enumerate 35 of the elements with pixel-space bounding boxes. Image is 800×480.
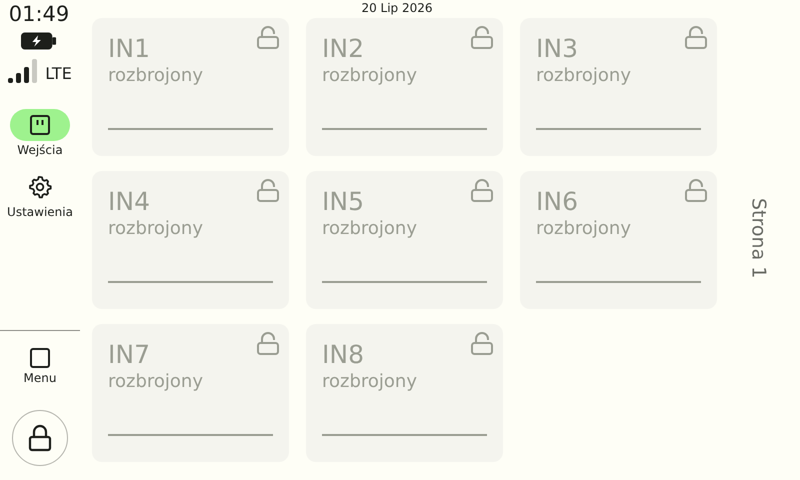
input-name: IN6 (536, 187, 578, 216)
input-name: IN2 (322, 34, 364, 63)
input-card[interactable]: IN1 rozbrojony (92, 18, 289, 156)
date-label: 20 Lip 2026 (361, 1, 433, 17)
lock-icon (28, 424, 52, 452)
input-status: rozbrojony (322, 371, 418, 392)
menu-button[interactable]: Menu (24, 347, 56, 385)
settings-icon (28, 175, 52, 199)
input-name: IN8 (322, 340, 364, 369)
input-status: rozbrojony (108, 371, 204, 392)
input-card[interactable]: IN2 rozbrojony (306, 18, 503, 156)
input-status: rozbrojony (322, 218, 418, 239)
input-card[interactable]: IN7 rozbrojony (92, 324, 289, 462)
square-icon (28, 347, 51, 369)
input-name: IN3 (536, 34, 578, 63)
input-name: IN5 (322, 187, 364, 216)
input-status: rozbrojony (322, 65, 418, 86)
panel-icon (29, 114, 51, 136)
input-card[interactable]: IN5 rozbrojony (306, 171, 503, 309)
input-status: rozbrojony (536, 218, 632, 239)
page-label: Strona 1 (748, 198, 770, 278)
input-status: rozbrojony (108, 218, 204, 239)
input-name: IN1 (108, 34, 150, 63)
input-card[interactable]: IN4 rozbrojony (92, 171, 289, 309)
input-card[interactable]: IN8 rozbrojony (306, 324, 503, 462)
clock-time: 01:49 (8, 2, 70, 26)
input-status: rozbrojony (108, 65, 204, 86)
input-card[interactable]: IN3 rozbrojony (520, 18, 717, 156)
input-name: IN4 (108, 187, 150, 216)
input-status: rozbrojony (536, 65, 632, 86)
nav-item[interactable]: Ustawienia (7, 171, 73, 219)
network-label: LTE (45, 64, 72, 83)
input-name: IN7 (108, 340, 150, 369)
input-card[interactable]: IN6 rozbrojony (520, 171, 717, 309)
signal-icon (8, 59, 38, 83)
